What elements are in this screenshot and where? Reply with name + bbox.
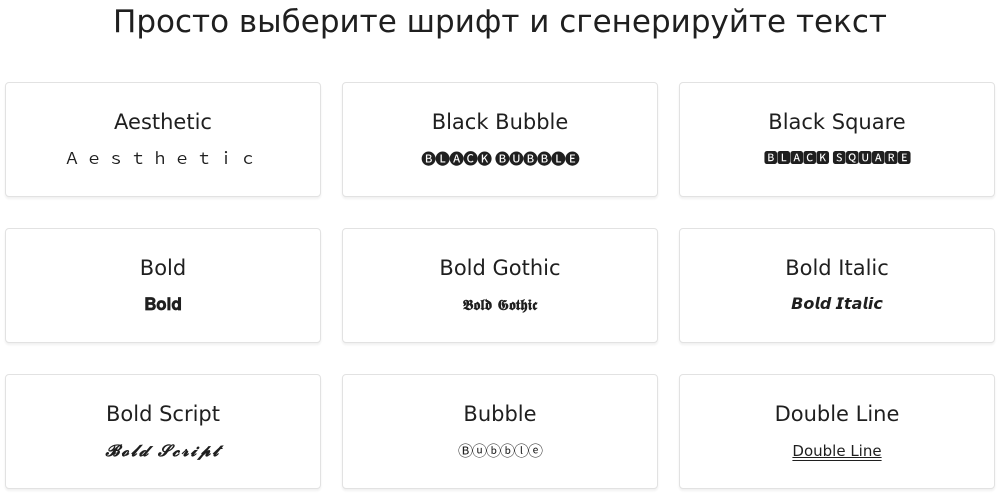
font-card-bubble[interactable]: Bubble Ⓑⓤⓑⓑⓛⓔ xyxy=(342,374,658,489)
font-card-title: Bold Italic xyxy=(785,256,889,280)
font-card-sample: Ａｅｓｔｈｅｔｉｃ xyxy=(63,149,262,168)
page-title: Просто выберите шрифт и сгенерируйте тек… xyxy=(113,4,887,40)
font-card-black-square[interactable]: Black Square 🅱🅻🅰🅲🅺 🆂🆀🆄🅰🆁🅴 xyxy=(679,82,995,197)
font-card-double-line[interactable]: Double Line Double Line xyxy=(679,374,995,489)
font-card-bold[interactable]: Bold 𝐁𝐨𝐥𝐝 xyxy=(5,228,321,343)
font-card-sample: 𝓑𝓸𝓵𝓭 𝓢𝓬𝓻𝓲𝓹𝓽 xyxy=(105,441,221,460)
font-card-sample: 𝕭𝖔𝖑𝖉 𝕲𝖔𝖙𝖍𝖎𝖈 xyxy=(462,296,538,314)
font-card-sample: Ⓑⓤⓑⓑⓛⓔ xyxy=(457,442,543,460)
font-card-sample: 🅑🅛🅐🅒🅚 🅑🅤🅑🅑🅛🅔 xyxy=(421,150,580,168)
font-card-sample: 𝐁𝐨𝐥𝐝 xyxy=(144,295,182,314)
font-card-black-bubble[interactable]: Black Bubble 🅑🅛🅐🅒🅚 🅑🅤🅑🅑🅛🅔 xyxy=(342,82,658,197)
font-grid: Aesthetic Ａｅｓｔｈｅｔｉｃ Black Bubble 🅑🅛🅐🅒🅚 🅑… xyxy=(5,82,995,489)
font-card-title: Double Line xyxy=(774,402,900,426)
font-card-title: Aesthetic xyxy=(114,110,212,134)
font-card-bold-italic[interactable]: Bold Italic 𝘽𝙤𝙡𝙙 𝙄𝙩𝙖𝙡𝙞𝙘 xyxy=(679,228,995,343)
font-card-sample: 🅱🅻🅰🅲🅺 🆂🆀🆄🅰🆁🅴 xyxy=(763,151,911,167)
font-card-title: Bold Gothic xyxy=(439,256,561,280)
font-card-aesthetic[interactable]: Aesthetic Ａｅｓｔｈｅｔｉｃ xyxy=(5,82,321,197)
font-card-title: Bubble xyxy=(463,402,537,426)
font-card-title: Black Square xyxy=(768,110,906,134)
font-card-title: Bold Script xyxy=(105,402,220,426)
font-card-title: Black Bubble xyxy=(431,110,569,134)
font-card-title: Bold xyxy=(139,256,187,280)
font-card-bold-gothic[interactable]: Bold Gothic 𝕭𝖔𝖑𝖉 𝕲𝖔𝖙𝖍𝖎𝖈 xyxy=(342,228,658,343)
font-card-sample: 𝘽𝙤𝙡𝙙 𝙄𝙩𝙖𝙡𝙞𝙘 xyxy=(791,296,883,313)
font-card-sample: Double Line xyxy=(792,442,882,460)
font-card-bold-script[interactable]: Bold Script 𝓑𝓸𝓵𝓭 𝓢𝓬𝓻𝓲𝓹𝓽 xyxy=(5,374,321,489)
